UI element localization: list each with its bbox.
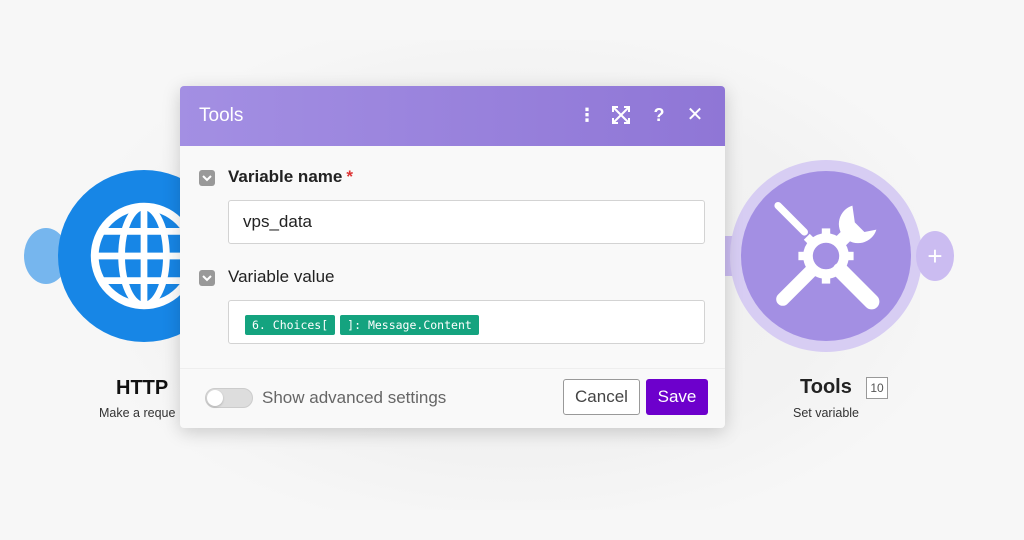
tools-module-name: Tools [800,376,852,398]
save-button[interactable]: Save [646,379,708,415]
dialog-title: Tools [199,105,244,126]
mapped-value-tokens: 6. Choices[ ]: Message.Content [245,315,479,335]
cancel-button[interactable]: Cancel [563,379,640,415]
help-icon[interactable]: ? [646,102,672,128]
tools-module-subtitle: Set variable [793,406,860,420]
mapped-token[interactable]: ]: Message.Content [340,315,479,335]
module-settings-dialog: Tools ⋮ ? ✕ Variable name * vps_data Vari… [180,86,725,428]
collapse-field-icon[interactable] [199,270,215,286]
mapped-token[interactable]: 6. Choices[ [245,315,336,335]
variable-name-label-text: Variable name [228,167,343,186]
module-id-badge: 10 [866,377,888,399]
more-vertical-icon[interactable]: ⋮ [574,102,600,128]
variable-value-label: Variable value [228,267,335,286]
footer-divider [180,368,725,369]
add-module-button[interactable]: + [916,231,954,281]
variable-name-input[interactable]: vps_data [228,200,705,244]
toggle-knob [207,390,223,406]
variable-value-input[interactable]: 6. Choices[ ]: Message.Content [228,300,705,344]
http-module-name: HTTP [116,377,169,399]
tools-icon [774,202,880,310]
dialog-header: Tools ⋮ ? ✕ [180,86,725,146]
close-icon[interactable]: ✕ [682,102,708,128]
expand-icon[interactable] [608,102,634,128]
variable-name-label: Variable name * [228,167,353,187]
advanced-settings-toggle[interactable] [205,388,253,408]
variable-name-value: vps_data [243,212,312,231]
required-mark: * [346,167,353,186]
advanced-settings-label: Show advanced settings [262,388,447,407]
collapse-field-icon[interactable] [199,170,215,186]
http-module-subtitle: Make a reque [99,406,176,420]
